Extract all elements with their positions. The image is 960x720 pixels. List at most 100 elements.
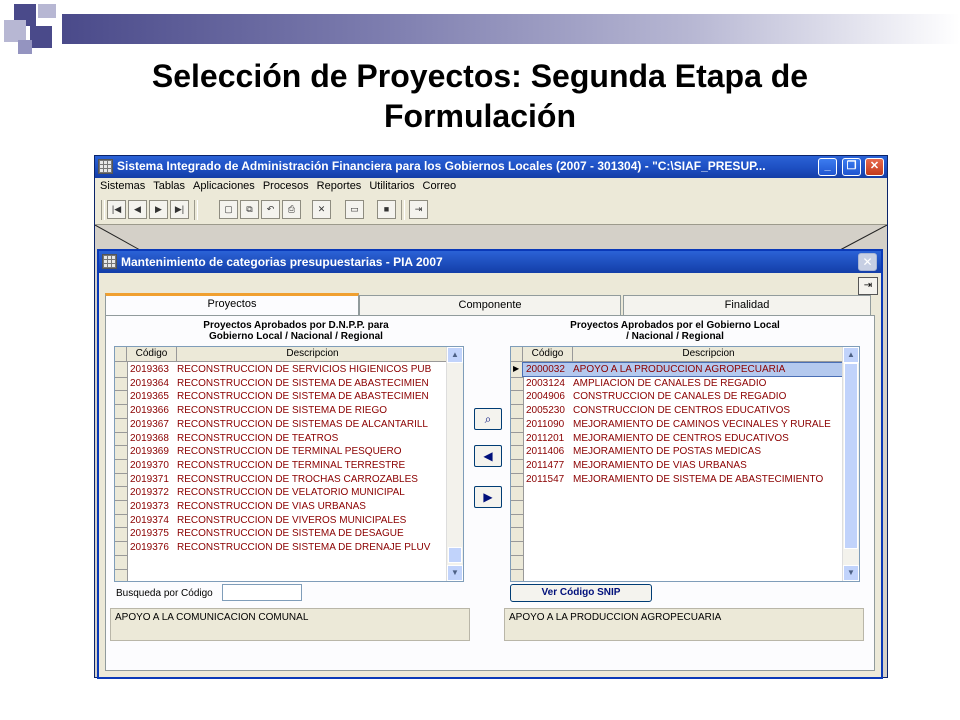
menu-reportes[interactable]: Reportes (312, 178, 365, 192)
grid-header-description[interactable]: Descripcion (573, 347, 844, 362)
app-grid-icon (98, 159, 113, 174)
scroll-down-icon[interactable]: ▼ (447, 565, 463, 581)
row-code: 2019363 (130, 364, 169, 375)
scroll-down-icon[interactable]: ▼ (843, 565, 859, 581)
dialog-close-button[interactable]: ✕ (858, 253, 877, 271)
decor-square (4, 20, 26, 42)
table-row[interactable]: 2019372 RECONSTRUCCION DE VELATORIO MUNIC… (127, 486, 449, 499)
move-right-arrow-icon[interactable]: ▶ (474, 486, 502, 508)
row-description: RECONSTRUCCION DE VELATORIO MUNICIPAL (177, 487, 405, 499)
grid-header-description[interactable]: Descripcion (177, 347, 448, 362)
table-row[interactable]: 2019373 RECONSTRUCCION DE VIAS URBANAS (127, 500, 449, 513)
binoculars-search-icon[interactable]: ⌕ (474, 408, 502, 430)
minimize-button[interactable]: _ (818, 158, 837, 176)
table-row[interactable]: 2019368 RECONSTRUCCION DE TEATROS (127, 432, 449, 445)
close-button[interactable]: ✕ (865, 158, 884, 176)
app-title: Sistema Integrado de Administración Fina… (117, 159, 766, 173)
monitor-icon[interactable]: ▭ (345, 200, 364, 219)
search-by-code-label: Busqueda por Código (116, 588, 213, 599)
row-description: RECONSTRUCCION DE SISTEMA DE ABASTECIMIE… (177, 391, 429, 403)
menu-tablas[interactable]: Tablas (148, 178, 188, 192)
row-description: RECONSTRUCCION DE SISTEMA DE DESAGUE (177, 528, 404, 540)
app-titlebar[interactable]: Sistema Integrado de Administración Fina… (95, 156, 887, 178)
scroll-thumb[interactable] (844, 363, 858, 549)
approved-local-grid: Código Descripcion ▶ 2000032 APOYO A LA P… (510, 346, 860, 582)
scroll-up-icon[interactable]: ▲ (447, 347, 463, 363)
menu-correo[interactable]: Correo (418, 178, 460, 192)
row-code: 2011477 (526, 459, 565, 471)
row-description: MEJORAMIENTO DE CENTROS EDUCATIVOS (573, 432, 789, 444)
next-record-icon[interactable]: ▶ (149, 200, 168, 219)
save-icon[interactable]: ■ (377, 200, 396, 219)
table-row[interactable]: 2011090 MEJORAMIENTO DE CAMINOS VECINALES… (523, 418, 845, 431)
first-record-icon[interactable]: |◀ (107, 200, 126, 219)
tab-proyectos[interactable]: Proyectos (105, 293, 359, 316)
table-row[interactable]: 2004906 CONSTRUCCION DE CANALES DE REGADI… (523, 390, 845, 403)
row-description: MEJORAMIENTO DE SISTEMA DE ABASTECIMIENT… (573, 473, 824, 485)
decor-bar (62, 14, 960, 44)
prev-record-icon[interactable]: ◀ (128, 200, 147, 219)
last-record-icon[interactable]: ▶| (170, 200, 189, 219)
table-row[interactable]: 2011477 MEJORAMIENTO DE VIAS URBANAS (523, 459, 845, 472)
maximize-button[interactable]: ❐ (842, 158, 861, 176)
table-row[interactable]: 2019371 RECONSTRUCCION DE TROCHAS CARROZA… (127, 473, 449, 486)
scroll-thumb[interactable] (448, 547, 462, 563)
dialog-exit-icon[interactable]: ⇥ (858, 277, 878, 295)
new-document-icon[interactable]: ▢ (219, 200, 238, 219)
row-description: AMPLIACION DE CANALES DE REGADIO (573, 377, 767, 389)
table-row[interactable]: 2005230 CONSTRUCCION DE CENTROS EDUCATIVO… (523, 404, 845, 417)
table-row[interactable]: 2019374 RECONSTRUCCION DE VIVEROS MUNICIP… (127, 514, 449, 527)
row-description: RECONSTRUCCION DE SERVICIOS HIGIENICOS P… (177, 364, 432, 375)
row-code: 2019372 (130, 487, 169, 499)
exit-icon[interactable]: ⇥ (409, 200, 428, 219)
grid-header-code[interactable]: Código (127, 347, 177, 362)
menu-utilitarios[interactable]: Utilitarios (364, 178, 417, 192)
search-by-code-input[interactable] (222, 584, 302, 601)
view-snip-code-button[interactable]: Ver Código SNIP (510, 584, 652, 602)
table-row[interactable]: 2019365 RECONSTRUCCION DE SISTEMA DE ABAS… (127, 390, 449, 403)
right-panel-title-line2: / Nacional / Regional (626, 331, 724, 342)
scroll-up-icon[interactable]: ▲ (843, 347, 859, 363)
row-description: RECONSTRUCCION DE TEATROS (177, 432, 339, 444)
table-row[interactable]: 2011406 MEJORAMIENTO DE POSTAS MEDICAS (523, 445, 845, 458)
menu-procesos[interactable]: Procesos (258, 178, 312, 192)
table-row[interactable]: 2019367 RECONSTRUCCION DE SISTEMAS DE ALC… (127, 418, 449, 431)
table-row[interactable]: 2019364 RECONSTRUCCION DE SISTEMA DE ABAS… (127, 377, 449, 390)
table-row[interactable]: 2019375 RECONSTRUCCION DE SISTEMA DE DESA… (127, 527, 449, 540)
row-description: RECONSTRUCCION DE VIAS URBANAS (177, 501, 366, 512)
delete-icon[interactable]: ✕ (312, 200, 331, 219)
grid-header-code[interactable]: Código (523, 347, 573, 362)
table-row[interactable]: 2000032 APOYO A LA PRODUCCION AGROPECUARI… (522, 362, 846, 377)
table-row[interactable]: 2019370 RECONSTRUCCION DE TERMINAL TERRES… (127, 459, 449, 472)
tab-finalidad[interactable]: Finalidad (623, 295, 871, 315)
toolbar-separator (101, 200, 105, 220)
row-description: RECONSTRUCCION DE TROCHAS CARROZABLES (177, 473, 418, 485)
table-row[interactable]: 2003124 AMPLIACION DE CANALES DE REGADIO (523, 377, 845, 390)
right-grid-scrollbar[interactable]: ▲ ▼ (842, 347, 859, 581)
row-code: 2019364 (130, 377, 169, 389)
table-row[interactable]: 2011201 MEJORAMIENTO DE CENTROS EDUCATIVO… (523, 432, 845, 445)
left-grid-scrollbar[interactable]: ▲ ▼ (446, 347, 463, 581)
copy-icon[interactable]: ⧉ (240, 200, 259, 219)
row-description: RECONSTRUCCION DE VIVEROS MUNICIPALES (177, 514, 407, 526)
menu-sistemas[interactable]: Sistemas (95, 178, 148, 192)
table-row[interactable]: 2019376 RECONSTRUCCION DE SISTEMA DE DREN… (127, 541, 449, 554)
row-code: 2019370 (130, 459, 169, 471)
move-left-arrow-icon[interactable]: ◀ (474, 445, 502, 467)
menu-aplicaciones[interactable]: Aplicaciones (188, 178, 258, 192)
row-code: 2019371 (130, 473, 169, 485)
row-code: 2005230 (526, 405, 565, 417)
row-code: 2019375 (130, 528, 169, 540)
dialog-grid-icon (102, 254, 117, 269)
maintenance-dialog: Mantenimiento de categorias presupuestar… (97, 249, 883, 679)
row-code: 2019374 (130, 514, 169, 526)
table-row[interactable]: 2019363 RECONSTRUCCION DE SERVICIOS HIGIE… (127, 363, 449, 376)
table-row[interactable]: 2019369 RECONSTRUCCION DE TERMINAL PESQUE… (127, 445, 449, 458)
tab-componente[interactable]: Componente (359, 295, 621, 315)
print-icon[interactable]: ⎙ (282, 200, 301, 219)
undo-icon[interactable]: ↶ (261, 200, 280, 219)
table-row[interactable]: 2011547 MEJORAMIENTO DE SISTEMA DE ABASTE… (523, 473, 845, 486)
table-row[interactable]: 2019366 RECONSTRUCCION DE SISTEMA DE RIEG… (127, 404, 449, 417)
dialog-titlebar[interactable]: Mantenimiento de categorias presupuestar… (99, 251, 881, 273)
left-panel-title-line2: Gobierno Local / Nacional / Regional (209, 331, 383, 342)
